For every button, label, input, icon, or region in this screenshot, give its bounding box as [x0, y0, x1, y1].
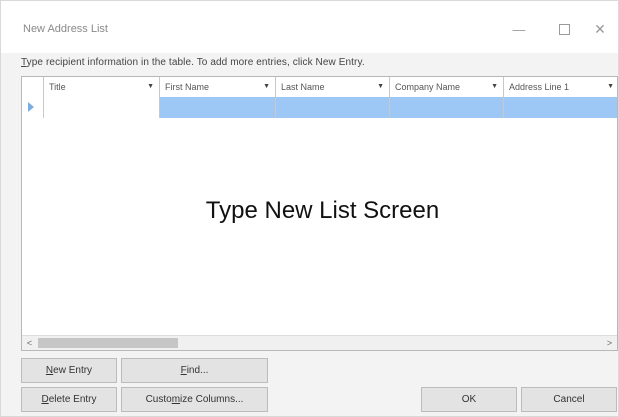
column-header-address-line-1[interactable]: Address Line 1 ▼	[504, 77, 617, 97]
table-row[interactable]	[22, 97, 617, 118]
accel-key: D	[41, 394, 49, 405]
column-header-first-name[interactable]: First Name ▼	[160, 77, 276, 97]
dropdown-arrow-icon[interactable]: ▼	[377, 77, 384, 97]
cell-company-name[interactable]	[390, 97, 504, 118]
dropdown-arrow-icon[interactable]: ▼	[263, 77, 270, 97]
delete-entry-button[interactable]: Delete Entry	[21, 387, 117, 412]
column-header-label: Address Line 1	[509, 82, 570, 92]
find-button[interactable]: Find...	[121, 358, 268, 383]
column-header-label: Company Name	[395, 82, 461, 92]
cell-title[interactable]	[44, 97, 160, 118]
button-label: elete Entry	[48, 394, 97, 405]
scroll-left-icon[interactable]: <	[22, 336, 37, 350]
button-label: ize Columns...	[180, 394, 244, 405]
cancel-button[interactable]: Cancel	[521, 387, 617, 412]
ok-button[interactable]: OK	[421, 387, 517, 412]
column-header-last-name[interactable]: Last Name ▼	[276, 77, 390, 97]
button-label: ew Entry	[53, 365, 93, 376]
accel-key: N	[45, 365, 54, 376]
row-indicator-icon	[28, 102, 34, 112]
column-header-company-name[interactable]: Company Name ▼	[390, 77, 504, 97]
row-indicator[interactable]	[22, 97, 44, 118]
column-header-title[interactable]: Title ▼	[44, 77, 160, 97]
scroll-right-icon[interactable]: >	[602, 336, 617, 350]
row-header-corner	[22, 77, 44, 97]
dropdown-arrow-icon[interactable]: ▼	[147, 77, 154, 97]
title-bar: New Address List — ✕	[1, 1, 618, 53]
instruction-text: Type recipient information in the table.…	[21, 57, 365, 68]
minimize-icon[interactable]: —	[507, 19, 531, 39]
address-table[interactable]: Title ▼ First Name ▼ Last Name ▼ Company…	[21, 76, 618, 351]
maximize-icon[interactable]	[552, 19, 576, 39]
instruction-rest: ype recipient information in the table. …	[26, 57, 365, 68]
button-label-pre: Custo	[145, 394, 172, 405]
close-icon[interactable]: ✕	[588, 19, 612, 39]
table-header-row: Title ▼ First Name ▼ Last Name ▼ Company…	[22, 77, 617, 98]
customize-columns-button[interactable]: Custo m ize Columns...	[121, 387, 268, 412]
accel-key: m	[171, 394, 181, 405]
dropdown-arrow-icon[interactable]: ▼	[607, 77, 614, 97]
window-title: New Address List	[23, 23, 108, 35]
cell-last-name[interactable]	[276, 97, 390, 118]
new-address-list-dialog: New Address List — ✕ Type recipient info…	[0, 0, 619, 417]
column-header-label: Last Name	[281, 82, 325, 92]
button-label: ind...	[186, 365, 209, 376]
column-header-label: First Name	[165, 82, 210, 92]
horizontal-scrollbar[interactable]: < >	[22, 335, 617, 350]
scroll-thumb[interactable]	[38, 338, 178, 348]
dropdown-arrow-icon[interactable]: ▼	[491, 77, 498, 97]
overlay-label: Type New List Screen	[205, 197, 440, 224]
cell-first-name[interactable]	[160, 97, 276, 118]
column-header-label: Title	[49, 82, 66, 92]
new-entry-button[interactable]: New Entry	[21, 358, 117, 383]
cell-address-line-1[interactable]	[504, 97, 617, 118]
